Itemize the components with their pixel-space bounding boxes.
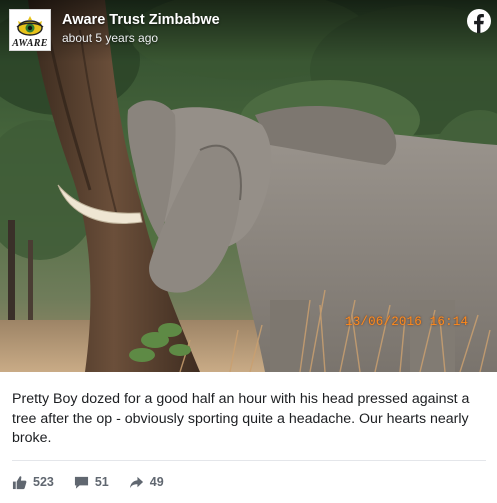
post-caption: Pretty Boy dozed for a good half an hour… — [12, 391, 470, 446]
share-count: 49 — [149, 475, 164, 489]
like-count-button[interactable]: 523 — [12, 475, 54, 490]
comment-count: 51 — [94, 475, 109, 489]
page-name-link[interactable]: Aware Trust Zimbabwe — [62, 12, 220, 28]
speech-bubble-icon — [74, 476, 88, 489]
post-header: AWARE Aware Trust Zimbabwe about 5 years… — [0, 0, 497, 62]
divider — [12, 460, 486, 461]
social-post-card: 13/06/2016 16:14 AWARE Aware Trust Zimba… — [0, 0, 497, 503]
post-timestamp[interactable]: about 5 years ago — [62, 31, 158, 45]
thumbs-up-icon — [12, 475, 27, 489]
like-count: 523 — [33, 475, 54, 489]
avatar[interactable]: AWARE — [9, 9, 51, 51]
engagement-bar: 523 51 49 — [12, 473, 184, 491]
comment-count-button[interactable]: 51 — [74, 475, 109, 490]
photo-date-stamp: 13/06/2016 16:14 — [345, 315, 469, 329]
share-count-button[interactable]: 49 — [129, 475, 164, 490]
avatar-brand-text: AWARE — [12, 38, 48, 49]
facebook-icon[interactable] — [467, 9, 491, 33]
share-arrow-icon — [129, 476, 143, 488]
